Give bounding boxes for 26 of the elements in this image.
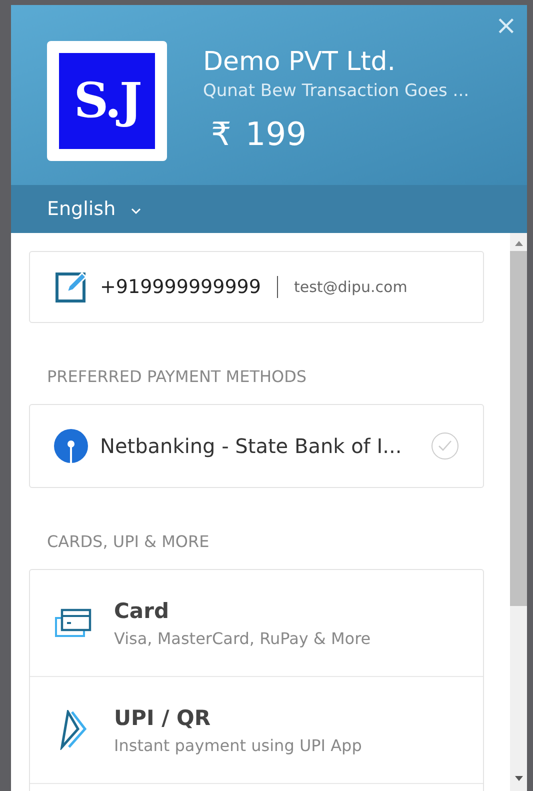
merchant-description: Qunat Bew Transaction Goes ... xyxy=(203,81,470,101)
method-label: Netbanking - State Bank of I... xyxy=(100,434,403,458)
scroll-down-icon[interactable] xyxy=(512,775,524,783)
contact-card[interactable]: +919999999999 test@dipu.com xyxy=(29,251,484,323)
phone-number: +919999999999 xyxy=(100,276,261,298)
edit-icon xyxy=(54,270,88,304)
option-title: UPI / QR xyxy=(114,706,212,730)
section-heading: PREFERRED PAYMENT METHODS xyxy=(46,366,308,388)
scrollbar[interactable] xyxy=(510,233,527,791)
scroll-up-icon[interactable] xyxy=(512,239,524,247)
card-icon xyxy=(54,607,92,639)
payment-option[interactable]: UPI / QR Instant payment using UPI App xyxy=(30,677,483,784)
option-description: Instant payment using UPI App xyxy=(114,736,362,754)
option-description: Visa, MasterCard, RuPay & More xyxy=(114,628,371,648)
logo-text: S.J xyxy=(74,73,140,129)
language-selector[interactable]: English xyxy=(11,185,527,233)
email-address: test@dipu.com xyxy=(294,278,408,296)
section-heading: CARDS, UPI & MORE xyxy=(46,531,210,553)
merchant-name: Demo PVT Ltd. xyxy=(203,46,397,79)
preferred-method[interactable]: Netbanking - State Bank of I... xyxy=(29,404,484,488)
option-title: Card xyxy=(114,598,170,622)
bank-logo-icon xyxy=(54,429,88,463)
currency-symbol: ₹ xyxy=(211,115,232,153)
amount: 199 xyxy=(245,115,306,153)
chevron-down-icon xyxy=(130,207,142,215)
payment-option[interactable]: Card Visa, MasterCard, RuPay & More xyxy=(30,570,483,677)
